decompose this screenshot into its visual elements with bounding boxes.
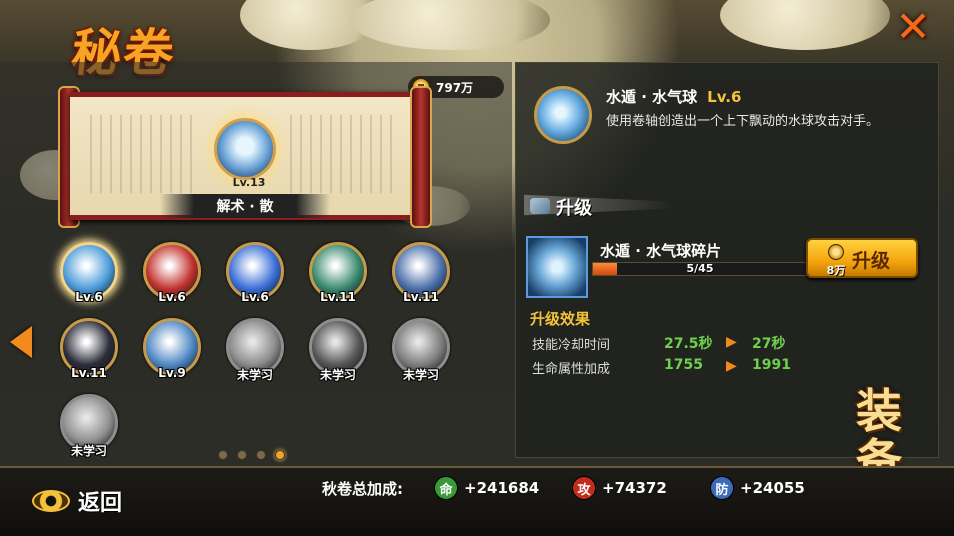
skill-slot[interactable]: Lv.11 [56, 316, 122, 388]
scroll-text-decoration [290, 115, 400, 193]
stat-defense-value: +24055 [740, 479, 805, 497]
skill-slot[interactable]: Lv.11 [388, 240, 454, 312]
stat-hp: 命 +241684 [434, 476, 539, 500]
skill-level: Lv.9 [158, 366, 186, 380]
skill-slot[interactable]: Lv.11 [305, 240, 371, 312]
upgrade-effects-title: 升级效果 [530, 310, 591, 328]
effect-label: 技能冷却时间 [532, 338, 611, 353]
skill-level: 未学习 [402, 368, 439, 382]
selected-skill-name: 水遁 · 水气球 [606, 88, 698, 106]
skill-level: 未学习 [70, 444, 107, 458]
back-button[interactable]: 返回 [32, 484, 142, 518]
coin-icon [828, 244, 844, 260]
skill-slot[interactable]: 未学习 [222, 316, 288, 388]
skill-level: 未学习 [236, 368, 273, 382]
stat-defense: 防 +24055 [710, 476, 805, 500]
hp-icon: 命 [434, 476, 458, 500]
eye-icon [32, 490, 70, 512]
effect-new-value: 27秒 [752, 336, 786, 352]
stat-attack: 攻 +74372 [572, 476, 667, 500]
skill-slot[interactable]: Lv.6 [56, 240, 122, 312]
back-button-label: 返回 [78, 491, 123, 516]
attack-icon: 攻 [572, 476, 596, 500]
featured-skill-level: Lv.13 [232, 176, 266, 189]
upgrade-button[interactable]: 8万 升级 [806, 238, 918, 278]
coin-amount: 797万 [436, 80, 474, 95]
page-dot[interactable] [218, 450, 228, 460]
page-dot[interactable] [256, 450, 266, 460]
skill-level: Lv.6 [75, 290, 103, 304]
effect-old-value: 27.5秒 [664, 336, 713, 352]
featured-skill-name: 解术 · 散 [216, 199, 274, 215]
upgrade-button-label: 升级 [852, 250, 891, 272]
page-dot[interactable] [275, 450, 285, 460]
skill-level: Lv.11 [320, 290, 356, 304]
prev-page-arrow-icon[interactable] [10, 326, 32, 358]
featured-skill-name-bar: 解术 · 散 [160, 194, 330, 218]
skill-level: Lv.6 [158, 290, 186, 304]
selected-skill-level: Lv.6 [707, 88, 742, 106]
stat-attack-value: +74372 [602, 479, 667, 497]
selected-skill-icon [534, 86, 592, 144]
page-dot[interactable] [237, 450, 247, 460]
effect-label: 生命属性加成 [532, 362, 611, 377]
scroll-icon [530, 198, 550, 214]
skill-level: 未学习 [319, 368, 356, 382]
stat-hp-value: +241684 [464, 479, 540, 497]
skill-slot[interactable]: 未学习 [56, 392, 122, 464]
scroll-rod-right [410, 86, 432, 228]
scroll-text-decoration [90, 115, 200, 193]
upgrade-section-title: 升级 [556, 198, 592, 219]
defense-icon: 防 [710, 476, 734, 500]
fragment-progress-text: 5/45 [686, 262, 714, 275]
page-indicator [218, 450, 285, 460]
effect-old-value: 1755 [664, 357, 703, 373]
skill-slot[interactable]: Lv.6 [139, 240, 205, 312]
skill-slot[interactable]: Lv.9 [139, 316, 205, 388]
equipment-label-top: 装 [856, 384, 902, 438]
featured-skill-icon[interactable] [214, 118, 276, 180]
total-bonus-label: 秋卷总加成: [322, 480, 403, 498]
selected-skill-title: 水遁 · 水气球 Lv.6 [606, 86, 741, 107]
skill-slot[interactable]: 未学习 [305, 316, 371, 388]
skill-level: Lv.11 [71, 366, 107, 380]
skill-slot[interactable]: 未学习 [388, 316, 454, 388]
fragment-name: 水遁 · 水气球碎片 [600, 242, 722, 260]
arrow-right-icon: ▶ [726, 334, 737, 350]
selected-skill-description: 使用卷轴创造出一个上下飘动的水球攻击对手。 [606, 114, 880, 129]
skill-level: Lv.6 [241, 290, 269, 304]
arrow-right-icon: ▶ [726, 358, 737, 374]
skill-level: Lv.11 [403, 290, 439, 304]
upgrade-cost: 8万 [826, 264, 846, 277]
skill-slot[interactable]: Lv.6 [222, 240, 288, 312]
close-button[interactable]: ✕ [888, 2, 938, 51]
fragment-icon [526, 236, 588, 298]
effect-new-value: 1991 [752, 357, 791, 373]
